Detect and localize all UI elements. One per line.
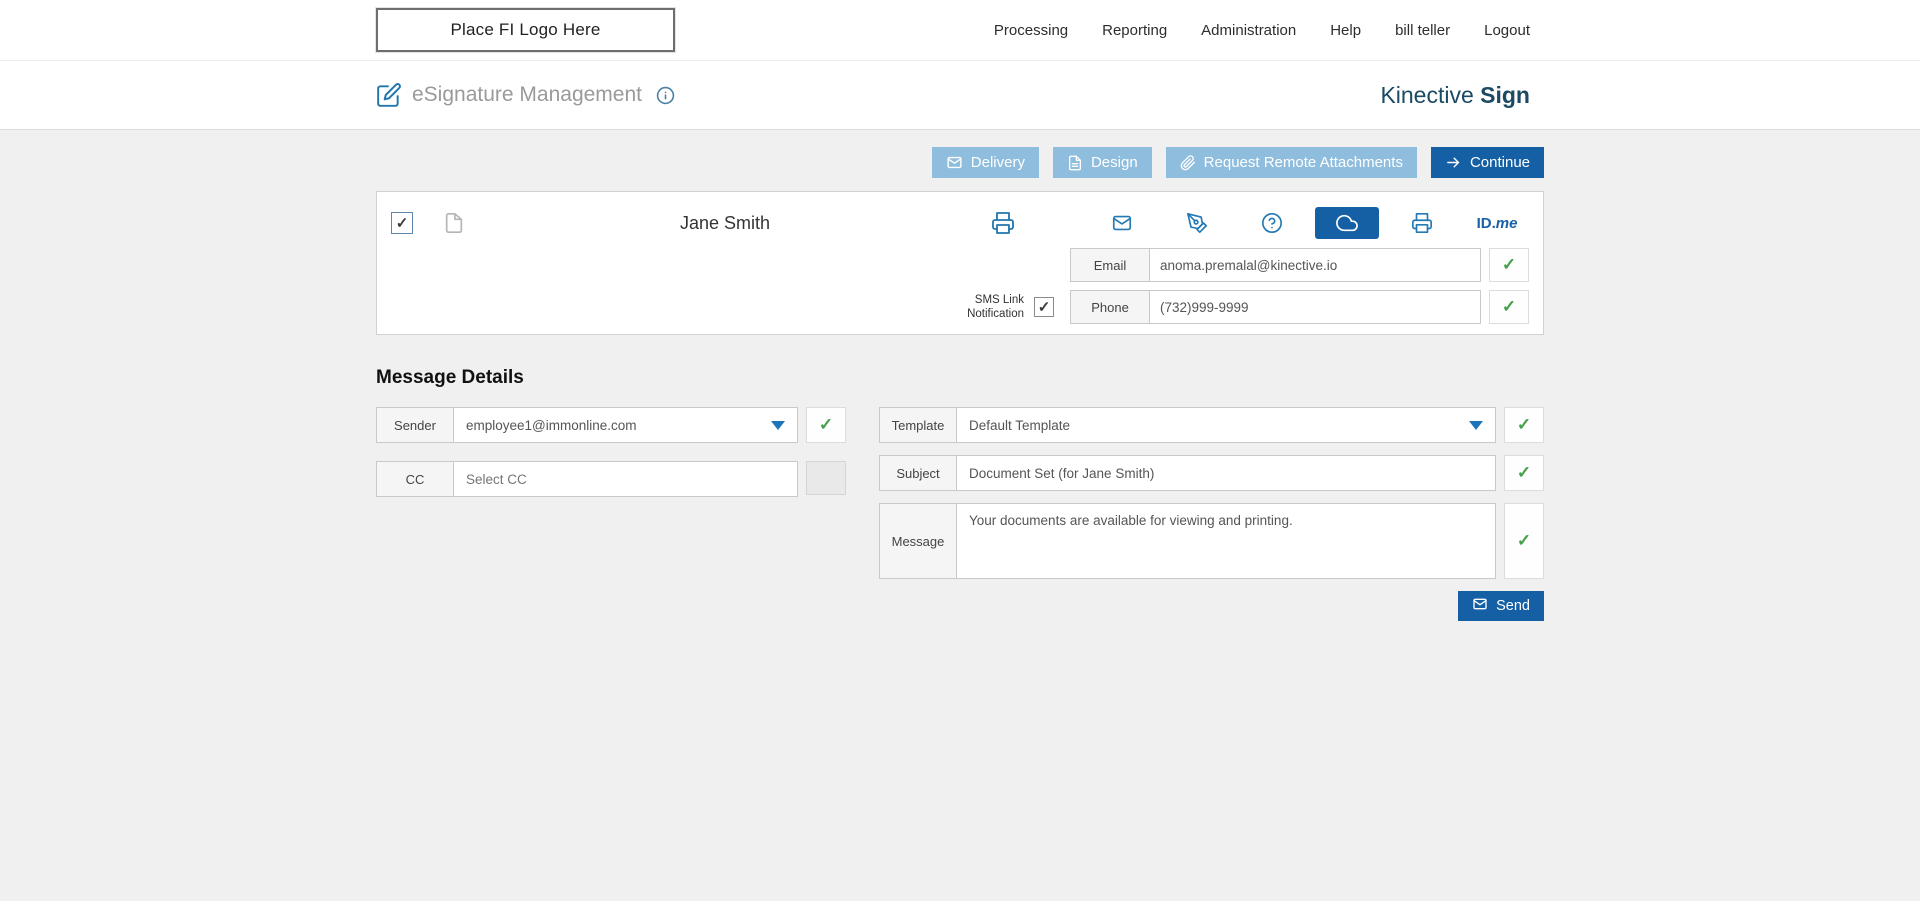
phone-valid-check-icon xyxy=(1489,290,1529,324)
info-icon[interactable] xyxy=(656,86,675,105)
nav-user-bill-teller[interactable]: bill teller xyxy=(1395,22,1450,39)
nav-processing[interactable]: Processing xyxy=(994,22,1068,39)
idme-logo[interactable]: ID.me xyxy=(1465,207,1529,239)
remote-cloud-delivery-icon[interactable] xyxy=(1315,207,1379,239)
page-title: eSignature Management xyxy=(412,83,642,107)
envelope-icon xyxy=(946,154,963,171)
delivery-button[interactable]: Delivery xyxy=(932,147,1039,178)
request-remote-attachments-button[interactable]: Request Remote Attachments xyxy=(1166,147,1417,178)
message-textarea[interactable]: Your documents are available for viewing… xyxy=(956,503,1496,579)
recipient-card: Jane Smith xyxy=(376,191,1544,335)
recipient-name: Jane Smith xyxy=(680,213,770,234)
template-dropdown[interactable]: Default Template xyxy=(956,407,1496,443)
send-envelope-icon xyxy=(1472,596,1488,616)
cc-validation-box xyxy=(806,461,846,495)
help-question-icon[interactable] xyxy=(1240,207,1304,239)
message-details-left-column: Sender employee1@immonline.com CC xyxy=(376,407,846,497)
subject-input[interactable] xyxy=(956,455,1496,491)
delivery-method-icons: ID.me xyxy=(1090,207,1529,239)
sms-link-notification-label: SMS Link Notification xyxy=(966,293,1024,322)
sender-valid-check-icon xyxy=(806,407,846,443)
send-button[interactable]: Send xyxy=(1458,591,1544,621)
nav-reporting[interactable]: Reporting xyxy=(1102,22,1167,39)
top-navigation: Processing Reporting Administration Help… xyxy=(994,22,1544,39)
template-valid-check-icon xyxy=(1504,407,1544,443)
message-details-heading: Message Details xyxy=(376,367,1544,389)
paperclip-icon xyxy=(1180,155,1196,171)
continue-button[interactable]: Continue xyxy=(1431,147,1544,178)
main-content: Delivery Design Request Remote Attachmen… xyxy=(0,130,1920,901)
design-button[interactable]: Design xyxy=(1053,147,1152,178)
document-icon xyxy=(1067,155,1083,171)
printer-icon[interactable] xyxy=(991,211,1015,235)
phone-input[interactable] xyxy=(1149,290,1481,324)
message-details-right-column: Template Default Template Subject Messag… xyxy=(879,407,1544,621)
email-valid-check-icon xyxy=(1489,248,1529,282)
nav-logout[interactable]: Logout xyxy=(1484,22,1530,39)
sub-header: eSignature Management Kinective Sign xyxy=(0,61,1920,130)
nav-administration[interactable]: Administration xyxy=(1201,22,1296,39)
sms-notification-checkbox[interactable] xyxy=(1034,297,1054,317)
template-value: Default Template xyxy=(969,418,1070,433)
esignature-document-icon xyxy=(376,82,402,108)
phone-label: Phone xyxy=(1070,290,1150,324)
sender-value: employee1@immonline.com xyxy=(466,418,637,433)
action-toolbar: Delivery Design Request Remote Attachmen… xyxy=(376,147,1544,178)
fi-logo-placeholder: Place FI Logo Here xyxy=(376,8,675,52)
message-label: Message xyxy=(879,503,957,579)
chevron-down-icon xyxy=(771,421,785,430)
email-input[interactable] xyxy=(1149,248,1481,282)
print-delivery-icon[interactable] xyxy=(1390,207,1454,239)
subject-valid-check-icon xyxy=(1504,455,1544,491)
esignature-pen-icon[interactable] xyxy=(1165,207,1229,239)
sender-label: Sender xyxy=(376,407,454,443)
email-label: Email xyxy=(1070,248,1150,282)
cc-label: CC xyxy=(376,461,454,497)
template-label: Template xyxy=(879,407,957,443)
top-bar: Place FI Logo Here Processing Reporting … xyxy=(0,0,1920,61)
nav-help[interactable]: Help xyxy=(1330,22,1361,39)
arrow-right-icon xyxy=(1445,154,1462,171)
email-delivery-icon[interactable] xyxy=(1090,207,1154,239)
document-file-icon xyxy=(443,212,465,234)
sender-dropdown[interactable]: employee1@immonline.com xyxy=(453,407,798,443)
message-valid-check-icon xyxy=(1504,503,1544,579)
subject-label: Subject xyxy=(879,455,957,491)
chevron-down-icon xyxy=(1469,421,1483,430)
recipient-checkbox[interactable] xyxy=(391,212,413,234)
cc-input[interactable] xyxy=(453,461,798,497)
kinective-sign-logo: Kinective Sign xyxy=(1380,82,1544,109)
